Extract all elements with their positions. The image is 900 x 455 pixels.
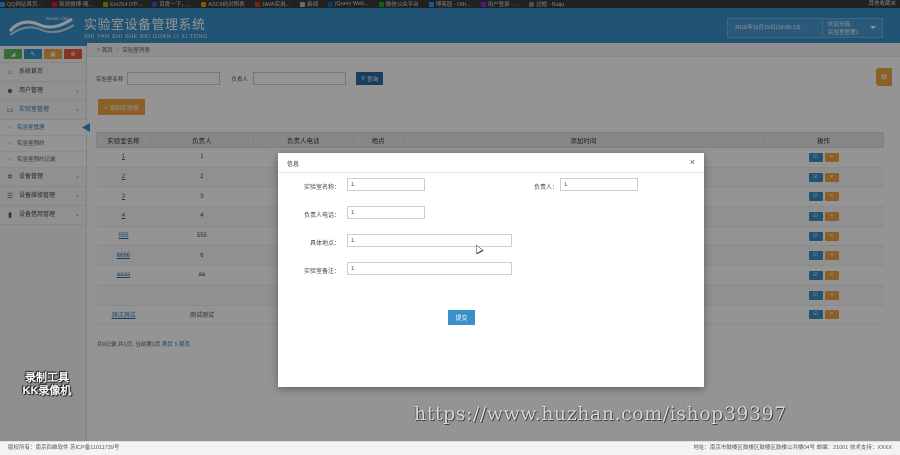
dialog-header: 信息 × bbox=[278, 153, 704, 173]
owner-input[interactable] bbox=[560, 178, 638, 191]
recorder-watermark-line1: 录制工具 bbox=[25, 372, 69, 384]
recorder-watermark: 录制工具 KK录像机 bbox=[14, 372, 80, 398]
field-label-owner: 负责人： bbox=[533, 185, 558, 191]
field-label-lab-name: 实验室名称： bbox=[303, 185, 340, 191]
footer-address: 地址：南京市鼓楼区鼓楼区鼓楼区鼓楼公共楼04号 邮编：21001 技术支持：XX… bbox=[693, 445, 892, 451]
footer-copyright: 版权所有：南京四维软件 苏ICP备11011739号 bbox=[8, 445, 120, 451]
lab-name-input[interactable] bbox=[347, 178, 425, 191]
dialog-title: 信息 bbox=[287, 162, 300, 168]
field-label-owner-phone: 负责人电话： bbox=[303, 213, 340, 219]
lab-info-dialog: 信息 × 实验室名称： 负责人： 负责人电话： 具体地点： 实验室备注： 提交 bbox=[278, 153, 704, 387]
location-input[interactable] bbox=[347, 234, 512, 247]
field-label-location: 具体地点： bbox=[309, 241, 340, 247]
recorder-watermark-line2: KK录像机 bbox=[22, 385, 72, 397]
owner-phone-input[interactable] bbox=[347, 206, 425, 219]
field-label-remark: 实验室备注： bbox=[303, 269, 340, 275]
submit-button[interactable]: 提交 bbox=[448, 310, 475, 325]
close-icon[interactable]: × bbox=[690, 157, 695, 167]
page-footer: 版权所有：南京四维软件 苏ICP备11011739号 地址：南京市鼓楼区鼓楼区鼓… bbox=[0, 441, 900, 455]
remark-input[interactable] bbox=[347, 262, 512, 275]
url-watermark: https://www.huzhan.com/ishop39397 bbox=[414, 403, 787, 425]
